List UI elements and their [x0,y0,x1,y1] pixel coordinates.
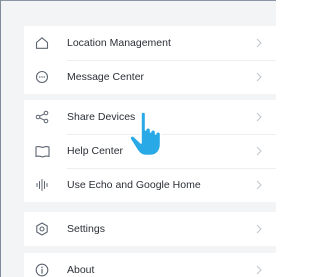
menu-group-4: About [24,253,276,277]
voice-wave-icon [34,177,50,193]
menu-item-label: Location Management [67,37,171,49]
chevron-right-icon [254,224,264,234]
chat-bubble-icon [34,69,50,85]
menu-item-message-center[interactable]: Message Center [24,60,276,94]
chevron-right-icon [254,265,264,275]
menu-group-1: Location Management Message Center [24,26,276,94]
menu-item-label: Message Center [67,71,145,83]
info-icon [34,262,50,277]
menu-item-label: Use Echo and Google Home [67,179,201,191]
book-icon [34,143,50,159]
menu-item-settings[interactable]: Settings [24,212,276,246]
share-icon [34,109,50,125]
top-edge-line [0,0,276,1]
left-edge-line [0,0,1,277]
menu-item-label: Help Center [67,145,124,157]
app-frame: Location Management Message Center Share… [0,0,276,277]
menu-group-3: Settings [24,212,276,246]
settings-hexagon-icon [34,221,50,237]
chevron-right-icon [254,180,264,190]
menu-item-label: About [67,264,95,276]
chevron-right-icon [254,38,264,48]
chevron-right-icon [254,112,264,122]
home-icon [34,35,50,51]
chevron-right-icon [254,72,264,82]
menu-item-location-management[interactable]: Location Management [24,26,276,60]
menu-item-about[interactable]: About [24,253,276,277]
chevron-right-icon [254,146,264,156]
menu-item-echo-google-home[interactable]: Use Echo and Google Home [24,168,276,202]
tap-hand-pointer-icon [126,108,174,160]
menu-item-label: Settings [67,223,105,235]
